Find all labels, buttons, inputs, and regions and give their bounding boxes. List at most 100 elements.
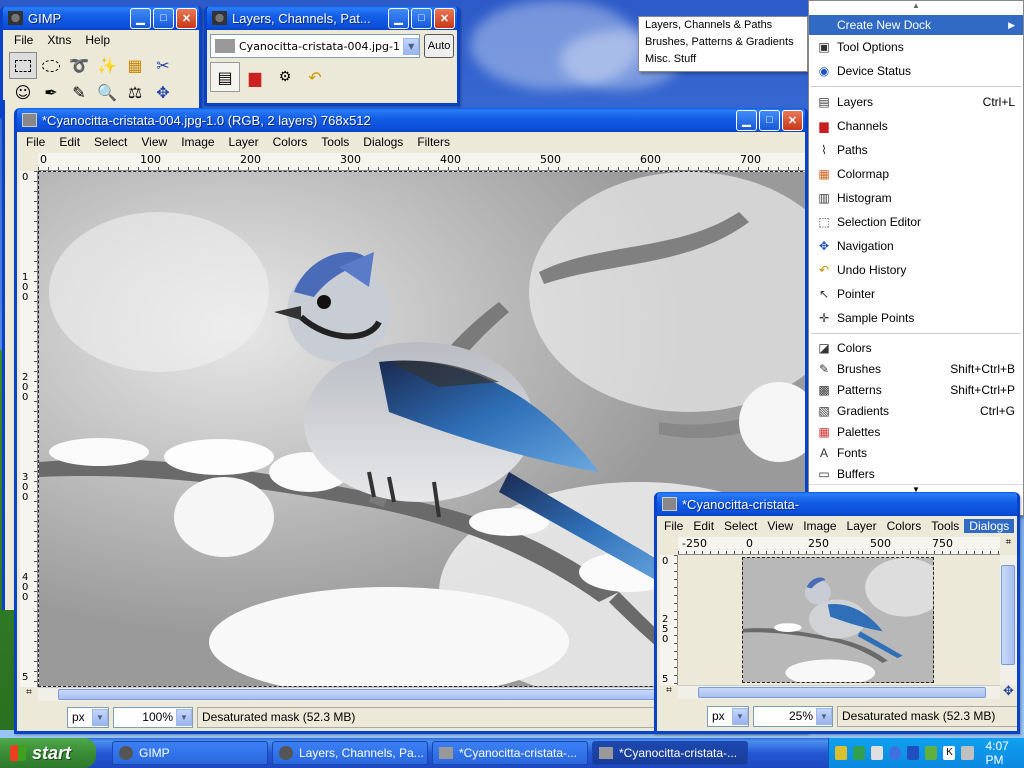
main-image-titlebar[interactable]: *Cyanocitta-cristata-004.jpg-1.0 (RGB, 2…	[17, 108, 805, 132]
color-picker-tool-icon[interactable]: ✎	[65, 79, 93, 106]
scrollbar-thumb[interactable]	[698, 687, 986, 698]
tray-network-icon[interactable]	[853, 746, 866, 760]
close-button[interactable]: ✕	[434, 7, 455, 29]
dialogs-menu-item-channels[interactable]: ▆ Channels	[809, 114, 1023, 138]
measure-tool-icon[interactable]: ⚖	[121, 79, 149, 106]
menu-xtns[interactable]: Xtns	[40, 33, 78, 47]
vertical-ruler[interactable]: 0 1 0 0 2 0 0 3 0 0 4 0 0 5	[20, 171, 38, 687]
menu-select[interactable]: Select	[719, 519, 762, 533]
chevron-down-icon[interactable]: ▼	[176, 708, 192, 726]
small-image-titlebar[interactable]: *Cyanocitta-cristata-	[657, 492, 1017, 516]
tray-shield-icon[interactable]	[835, 746, 848, 760]
unit-combo[interactable]: px ▼	[707, 705, 749, 727]
vertical-scrollbar[interactable]	[1000, 555, 1017, 685]
submenu-item[interactable]: Brushes, Patterns & Gradients	[639, 36, 807, 53]
menu-dialogs[interactable]: Dialogs	[964, 519, 1015, 533]
navigate-icon[interactable]: ✥	[1000, 685, 1017, 699]
menu-layer[interactable]: Layer	[222, 135, 266, 149]
paths-tool-icon[interactable]: ✒	[37, 79, 65, 106]
tray-speaker-icon[interactable]	[961, 746, 974, 760]
ruler-corner[interactable]	[660, 537, 678, 555]
chevron-down-icon[interactable]: ▼	[92, 708, 108, 726]
scissors-tool-icon[interactable]: ✂	[149, 52, 177, 79]
chevron-down-icon[interactable]: ▼	[816, 707, 832, 725]
maximize-button[interactable]: □	[153, 7, 174, 29]
menu-file[interactable]: File	[7, 33, 40, 47]
dialogs-menu-item-colormap[interactable]: ▦ Colormap	[809, 162, 1023, 186]
dialogs-menu-item-sample-points[interactable]: ✛ Sample Points	[809, 306, 1023, 330]
minimize-button[interactable]: ▁	[130, 7, 151, 29]
layers-dock-titlebar[interactable]: Layers, Channels, Pat... ▁ □ ✕	[207, 6, 457, 30]
ellipse-select-tool-icon[interactable]	[37, 52, 65, 79]
close-button[interactable]: ✕	[176, 7, 197, 29]
scroll-up-arrow[interactable]: ▲	[809, 1, 1023, 15]
tray-security-icon[interactable]	[907, 746, 920, 760]
menu-file[interactable]: File	[19, 135, 52, 149]
tray-volume-icon[interactable]	[889, 746, 902, 760]
menu-filters[interactable]: Filters	[410, 135, 457, 149]
menu-view[interactable]: View	[762, 519, 798, 533]
tray-keyboard-icon[interactable]: K	[943, 746, 956, 760]
menu-image[interactable]: Image	[798, 519, 841, 533]
small-image-canvas[interactable]	[742, 557, 934, 683]
small-canvas-area[interactable]	[678, 555, 1000, 685]
submenu-item[interactable]: Misc. Stuff	[639, 53, 807, 70]
menu-image[interactable]: Image	[174, 135, 221, 149]
menu-file[interactable]: File	[659, 519, 688, 533]
taskbar-item-image2[interactable]: *Cyanocitta-cristata-...	[592, 741, 748, 765]
nav-corner-icon[interactable]: ⌗	[660, 685, 678, 699]
menu-dialogs[interactable]: Dialogs	[356, 135, 410, 149]
ruler-corner[interactable]	[20, 153, 38, 171]
clock[interactable]: 4:07 PM	[986, 739, 1024, 767]
lasso-tool-icon[interactable]: ➰	[65, 52, 93, 79]
menu-colors[interactable]: Colors	[882, 519, 927, 533]
rect-select-tool-icon[interactable]	[9, 52, 37, 79]
dialogs-menu-item-paths[interactable]: ⌇ Paths	[809, 138, 1023, 162]
menu-help[interactable]: Help	[78, 33, 117, 47]
dialogs-menu-item-histogram[interactable]: ▥ Histogram	[809, 186, 1023, 210]
tray-monitor-icon[interactable]	[871, 746, 884, 760]
ruler-corner-icon[interactable]: ⌗	[1000, 537, 1017, 555]
dialogs-menu-item-device-status[interactable]: ◉ Device Status	[809, 59, 1023, 83]
minimize-button[interactable]: ▁	[388, 7, 409, 29]
horizontal-ruler[interactable]: 0 100 200 300 400 500 600 700	[38, 153, 805, 171]
dialogs-menu-item-palettes[interactable]: ▦ Palettes	[809, 421, 1023, 442]
taskbar-item-gimp[interactable]: GIMP	[112, 741, 268, 765]
maximize-button[interactable]: □	[411, 7, 432, 29]
image-combo[interactable]: Cyanocitta-cristata-004.jpg-1 ▼	[210, 34, 421, 58]
nav-corner-icon[interactable]: ⌗	[20, 687, 38, 701]
tab-undo-icon[interactable]: ↶	[300, 62, 330, 92]
maximize-button[interactable]: □	[759, 109, 780, 131]
taskbar-item-layers[interactable]: Layers, Channels, Pa...	[272, 741, 428, 765]
dialogs-menu-item-gradients[interactable]: ▧ Gradients Ctrl+G	[809, 400, 1023, 421]
chevron-down-icon[interactable]: ▼	[403, 37, 420, 55]
dialogs-menu-item-buffers[interactable]: ▭ Buffers	[809, 463, 1023, 484]
close-button[interactable]: ✕	[782, 109, 803, 131]
fuzzy-select-tool-icon[interactable]: ✨	[93, 52, 121, 79]
menu-tools[interactable]: Tools	[314, 135, 356, 149]
dialogs-menu-item-tool-options[interactable]: ▣ Tool Options	[809, 35, 1023, 59]
chevron-down-icon[interactable]: ▼	[732, 707, 748, 725]
dialogs-menu-item-undo-history[interactable]: ↶ Undo History	[809, 258, 1023, 282]
menu-layer[interactable]: Layer	[842, 519, 882, 533]
menu-colors[interactable]: Colors	[266, 135, 315, 149]
vertical-ruler[interactable]: 0 2 5 0 5	[660, 555, 678, 685]
menu-select[interactable]: Select	[87, 135, 134, 149]
dialogs-menu-item-navigation[interactable]: ✥ Navigation	[809, 234, 1023, 258]
menu-view[interactable]: View	[134, 135, 174, 149]
tab-channels-icon[interactable]: ▆	[240, 62, 270, 92]
menu-edit[interactable]: Edit	[688, 519, 719, 533]
horizontal-scrollbar[interactable]	[678, 685, 1000, 699]
menu-edit[interactable]: Edit	[52, 135, 87, 149]
zoom-combo[interactable]: 25% ▼	[753, 705, 833, 727]
dialogs-menu-item-selection-editor[interactable]: ⬚ Selection Editor	[809, 210, 1023, 234]
move-tool-icon[interactable]: ✥	[149, 79, 177, 106]
zoom-combo[interactable]: 100% ▼	[113, 706, 193, 728]
zoom-tool-icon[interactable]: 🔍	[93, 79, 121, 106]
dialogs-menu-item-patterns[interactable]: ▩ Patterns Shift+Ctrl+P	[809, 379, 1023, 400]
horizontal-ruler[interactable]: -250 0 250 500 750	[678, 537, 1000, 555]
minimize-button[interactable]: ▁	[736, 109, 757, 131]
scrollbar-thumb[interactable]	[1001, 565, 1015, 665]
menu-tools[interactable]: Tools	[926, 519, 964, 533]
create-new-dock-item[interactable]: Create New Dock ▶	[809, 15, 1023, 35]
